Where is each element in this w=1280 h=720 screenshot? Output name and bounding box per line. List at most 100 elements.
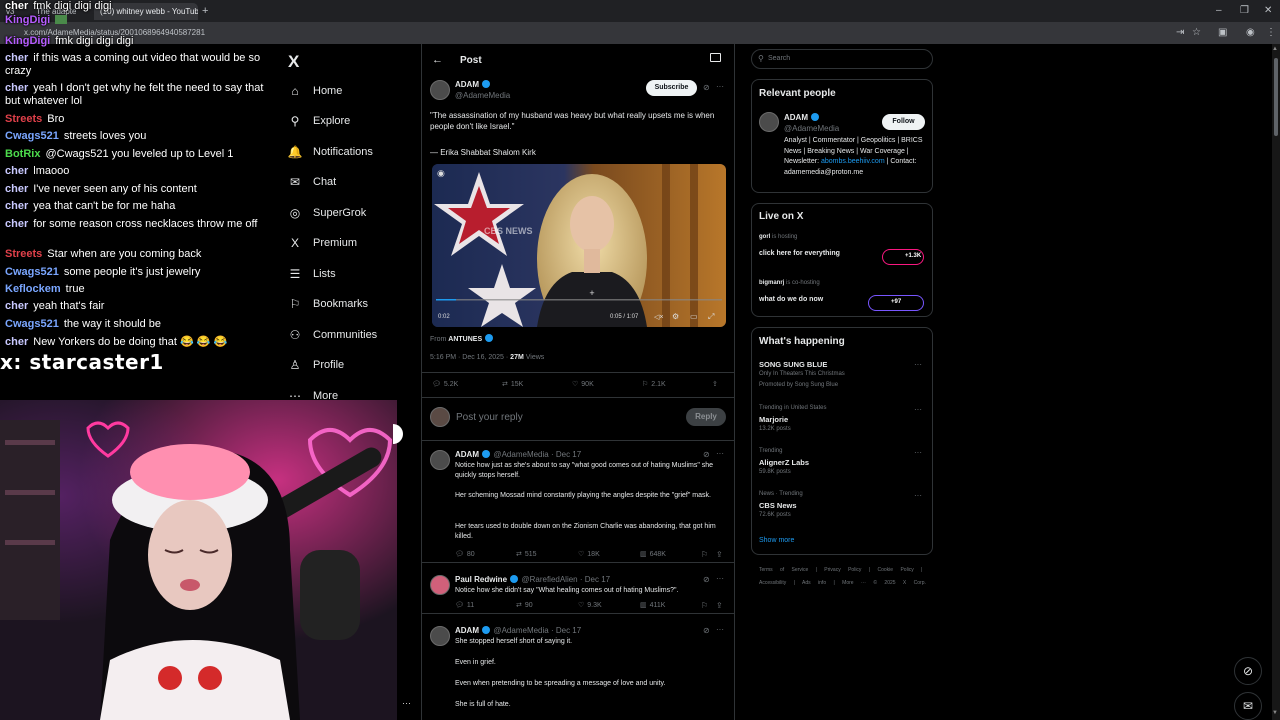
back-arrow-icon[interactable]: ← xyxy=(432,54,443,66)
chat-username[interactable]: Streets xyxy=(5,248,42,260)
share-icon[interactable]: ⇪ xyxy=(716,601,723,610)
chat-username[interactable]: cher xyxy=(5,0,28,12)
fullscreen-icon[interactable]: ⤢ xyxy=(708,312,714,322)
nav-item-premium[interactable]: X Premium xyxy=(288,232,357,254)
reply-action[interactable]: 💬︎ 80 xyxy=(455,550,475,559)
subscribe-button[interactable]: Subscribe xyxy=(646,80,697,96)
chat-username[interactable]: KingDigi xyxy=(5,14,50,26)
repost-action[interactable]: ⇄ 515 xyxy=(516,550,537,559)
nav-item-lists[interactable]: ☰ Lists xyxy=(288,263,336,285)
eye-icon[interactable]: ◉ xyxy=(437,168,445,179)
more-options-icon[interactable]: ··· xyxy=(914,448,922,457)
live-listeners-pill[interactable]: +1.3K xyxy=(882,249,924,265)
grok-icon[interactable]: ⊘ xyxy=(703,83,710,92)
footer-links[interactable]: Terms of Service | Privacy Policy | Cook… xyxy=(759,564,929,576)
grok-icon[interactable]: ⊘ xyxy=(703,626,710,635)
menu-icon[interactable]: ⋮ xyxy=(1266,27,1276,38)
grok-icon[interactable]: ⊘ xyxy=(703,450,710,459)
repost-action[interactable]: ⇄ 90 xyxy=(516,601,533,610)
nav-item-profile[interactable]: ♙ Profile xyxy=(288,354,345,376)
source-name[interactable]: ANTUNES xyxy=(448,336,482,343)
avatar[interactable] xyxy=(430,80,450,100)
chat-username[interactable]: Cwags521 xyxy=(5,266,59,278)
chat-username[interactable]: cher xyxy=(5,82,28,94)
nav-item-communities[interactable]: ⚇ Communities xyxy=(288,324,378,346)
avatar[interactable] xyxy=(430,450,450,470)
nav-item-chat[interactable]: ✉ Chat xyxy=(288,171,336,193)
avatar[interactable] xyxy=(430,575,450,595)
chat-username[interactable]: cher xyxy=(5,183,28,195)
nav-item-supergrok[interactable]: ◎ SuperGrok xyxy=(288,202,366,224)
mute-icon[interactable]: ◁× xyxy=(654,313,663,321)
close-window-icon[interactable]: ✕ xyxy=(1264,5,1272,16)
minimize-icon[interactable]: – xyxy=(1216,5,1222,16)
share-icon[interactable]: ⇪ xyxy=(716,550,723,559)
grok-icon[interactable]: ⊘ xyxy=(703,575,710,584)
chat-username[interactable]: BotRix xyxy=(5,148,40,160)
chat-username[interactable]: cher xyxy=(5,218,28,230)
chat-username[interactable]: Cwags521 xyxy=(5,130,59,142)
maximize-icon[interactable]: ❐ xyxy=(1240,5,1249,16)
chat-username[interactable]: cher xyxy=(5,336,28,348)
bookmark-icon[interactable]: ⚐ xyxy=(701,601,708,610)
more-options-icon[interactable]: ··· xyxy=(716,449,724,458)
nav-item-home[interactable]: ⌂ Home xyxy=(288,80,342,102)
more-options-icon[interactable]: ··· xyxy=(716,625,724,634)
reply-author[interactable]: Paul Redwine @RarefiedAlien · Dec 17 xyxy=(455,575,610,584)
reply-action[interactable]: 💬︎ 5.2K xyxy=(432,380,458,389)
reply-input[interactable]: Post your reply xyxy=(456,412,523,423)
bookmark-action[interactable]: ⚐ 2.1K xyxy=(642,380,666,389)
bookmark-icon[interactable]: ⚐ xyxy=(701,550,708,559)
scroll-down-icon[interactable]: ▼ xyxy=(1272,710,1278,716)
repost-action[interactable]: ⇄ 15K xyxy=(502,380,523,389)
views-action[interactable]: ▥ 648K xyxy=(640,550,666,559)
pip-icon[interactable]: ▭ xyxy=(690,312,698,321)
more-options-icon[interactable]: ··· xyxy=(914,360,922,369)
trend-name[interactable]: Marjorie xyxy=(759,415,788,424)
reply-author[interactable]: ADAM @AdameMedia · Dec 17 xyxy=(455,450,581,459)
scroll-up-icon[interactable]: ▲ xyxy=(1272,46,1278,52)
author-handle[interactable]: @AdameMedia xyxy=(455,91,510,100)
nav-item-bookmarks[interactable]: ⚐ Bookmarks xyxy=(288,293,368,315)
bio-link[interactable]: abombs.beehiiv.com xyxy=(821,158,885,165)
chat-username[interactable]: cher xyxy=(5,52,28,64)
trend-name[interactable]: SONG SUNG BLUE xyxy=(759,360,827,369)
x-logo[interactable]: X xyxy=(288,52,299,72)
settings-icon[interactable]: ⚙ xyxy=(672,312,679,321)
more-options-icon[interactable]: ··· xyxy=(716,82,724,91)
chat-username[interactable]: KingDigi xyxy=(5,35,50,47)
live-host[interactable]: bigmanrj is co-hosting xyxy=(759,280,820,286)
chat-username[interactable]: Cwags521 xyxy=(5,318,59,330)
chat-username[interactable]: cher xyxy=(5,165,28,177)
chat-username[interactable]: Keflockem xyxy=(5,283,61,295)
more-options-icon[interactable]: ··· xyxy=(914,491,922,500)
author-name[interactable]: ADAM xyxy=(455,80,491,89)
more-options-icon[interactable]: ··· xyxy=(914,405,922,414)
reply-action[interactable]: 💬︎ 11 xyxy=(455,601,474,610)
post-video[interactable]: CBS NEWS + 0:02 0:05 / 1:07 ◁× ⚙ ▭ ⤢ ◉ xyxy=(432,164,726,327)
messages-fab-icon[interactable]: ✉ xyxy=(1234,692,1262,720)
more-options-icon[interactable]: ⋯ xyxy=(402,698,411,709)
views-action[interactable]: ▥ 411K xyxy=(640,601,665,610)
live-title[interactable]: click here for everything xyxy=(759,250,840,257)
cast-icon[interactable]: ⇥ xyxy=(1176,27,1184,38)
grok-fab-icon[interactable]: ⊘ xyxy=(1234,657,1262,685)
timestamp-text[interactable]: 5:16 PM · Dec 16, 2025 · xyxy=(430,354,508,361)
live-title[interactable]: what do we do now xyxy=(759,296,823,303)
scrollbar-thumb[interactable] xyxy=(1274,58,1278,136)
live-host[interactable]: gorl is hosting xyxy=(759,234,797,240)
like-action[interactable]: ♡ 18K xyxy=(578,550,600,559)
trend-name[interactable]: CBS News xyxy=(759,501,797,510)
chat-username[interactable]: cher xyxy=(5,300,28,312)
live-listeners-pill[interactable]: +97 xyxy=(868,295,924,311)
profile-icon[interactable]: ◉ xyxy=(1246,27,1255,38)
show-more-link[interactable]: Show more xyxy=(759,537,794,544)
footer-links[interactable]: Accessibility | Ads info | More ··· © 20… xyxy=(759,577,929,589)
chat-username[interactable]: Streets xyxy=(5,113,42,125)
more-options-icon[interactable]: ··· xyxy=(716,574,724,583)
extensions-icon[interactable]: ▣ xyxy=(1218,27,1227,38)
follow-button[interactable]: Follow xyxy=(882,114,925,130)
reader-view-icon[interactable] xyxy=(710,53,721,62)
reply-button[interactable]: Reply xyxy=(686,408,726,426)
like-action[interactable]: ♡ 9.3K xyxy=(578,601,602,610)
